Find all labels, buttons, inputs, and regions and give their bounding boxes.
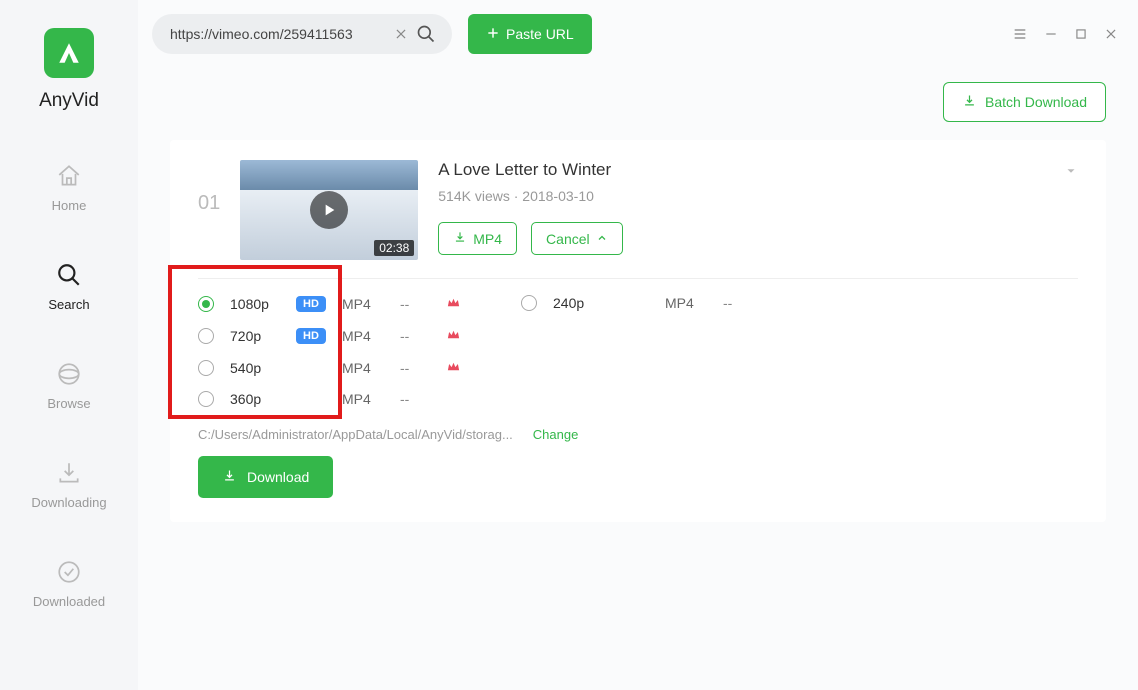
sidebar-item-label: Downloading [31, 495, 106, 510]
menu-icon[interactable] [1012, 26, 1028, 42]
sidebar: AnyVid Home Search Browse Downloading [0, 0, 138, 690]
batch-download-label: Batch Download [985, 94, 1087, 110]
size-label: -- [400, 296, 430, 312]
radio-button[interactable] [198, 391, 214, 407]
play-icon [310, 191, 348, 229]
sidebar-item-downloaded[interactable]: Downloaded [33, 558, 105, 609]
radio-button[interactable] [521, 295, 537, 311]
paste-url-label: Paste URL [506, 26, 574, 42]
browse-icon [55, 360, 83, 388]
sidebar-item-home[interactable]: Home [52, 162, 87, 213]
size-label: -- [723, 295, 753, 311]
search-icon[interactable] [412, 24, 440, 44]
quality-label: 360p [230, 391, 280, 407]
format-label: MP4 [342, 360, 384, 376]
video-thumbnail[interactable]: 02:38 [240, 160, 418, 260]
quality-row[interactable]: 540pHDMP4-- [198, 359, 461, 377]
topbar: Paste URL [138, 0, 1138, 68]
video-duration: 02:38 [374, 240, 414, 256]
video-title: A Love Letter to Winter [438, 160, 1078, 180]
sidebar-item-label: Browse [47, 396, 90, 411]
clear-icon[interactable] [390, 27, 412, 41]
search-input[interactable] [170, 26, 390, 42]
search-field[interactable] [152, 14, 452, 54]
quality-options: 1080p HD MP4 -- 720p HD MP4 -- 540p HD MP4 -- 360p HD… [198, 295, 1078, 407]
download-label: Download [247, 469, 309, 485]
size-label: -- [400, 391, 430, 407]
quality-label: 240p [553, 295, 603, 311]
download-icon [222, 468, 237, 486]
downloading-icon [55, 459, 83, 487]
minimize-icon[interactable] [1044, 27, 1058, 41]
plus-icon [486, 26, 500, 43]
app-logo [44, 28, 94, 78]
crown-icon [446, 359, 461, 377]
maximize-icon[interactable] [1074, 27, 1088, 41]
format-label: MP4 [342, 391, 384, 407]
quality-row[interactable]: 360pHDMP4-- [198, 391, 461, 407]
size-label: -- [400, 328, 430, 344]
mp4-button[interactable]: MP4 [438, 222, 517, 255]
quality-label: 540p [230, 360, 280, 376]
video-subtitle: 514K views · 2018-03-10 [438, 188, 1078, 204]
mp4-label: MP4 [473, 231, 502, 247]
sidebar-item-browse[interactable]: Browse [47, 360, 90, 411]
sidebar-item-label: Home [52, 198, 87, 213]
home-icon [55, 162, 83, 190]
format-label: MP4 [665, 295, 707, 311]
download-button[interactable]: Download [198, 456, 333, 498]
result-index: 01 [198, 192, 220, 215]
change-path-link[interactable]: Change [533, 427, 579, 442]
downloaded-icon [55, 558, 83, 586]
cancel-button[interactable]: Cancel [531, 222, 623, 255]
sidebar-item-label: Downloaded [33, 594, 105, 609]
quality-label: 720p [230, 328, 280, 344]
app-name: AnyVid [39, 90, 99, 112]
quality-row[interactable]: 720p HD MP4 -- [198, 327, 461, 345]
sidebar-item-search[interactable]: Search [48, 261, 89, 312]
main-panel: Paste URL Batch Download 01 [138, 0, 1138, 690]
search-icon [55, 261, 83, 289]
sidebar-item-downloading[interactable]: Downloading [31, 459, 106, 510]
size-label: -- [400, 360, 430, 376]
hd-badge: HD [296, 328, 326, 344]
sidebar-item-label: Search [48, 297, 89, 312]
download-path: C:/Users/Administrator/AppData/Local/Any… [198, 427, 513, 442]
radio-button[interactable] [198, 296, 214, 312]
quality-label: 1080p [230, 296, 280, 312]
radio-button[interactable] [198, 360, 214, 376]
batch-download-button[interactable]: Batch Download [943, 82, 1106, 122]
crown-icon [446, 327, 461, 345]
content-area: Batch Download 01 02:38 A Love Letter to… [138, 68, 1138, 522]
divider [198, 278, 1078, 279]
result-card: 01 02:38 A Love Letter to Winter 514K vi… [170, 140, 1106, 522]
cancel-label: Cancel [546, 231, 590, 247]
download-icon [962, 93, 977, 111]
chevron-up-icon [596, 231, 608, 247]
crown-icon [446, 295, 461, 313]
paste-url-button[interactable]: Paste URL [468, 14, 592, 54]
quality-row[interactable]: 240pHDMP4-- [521, 295, 753, 311]
window-controls [1012, 26, 1118, 42]
hd-badge: HD [296, 296, 326, 312]
download-icon [453, 230, 467, 247]
quality-row[interactable]: 1080p HD MP4 -- [198, 295, 461, 313]
format-label: MP4 [342, 328, 384, 344]
format-label: MP4 [342, 296, 384, 312]
radio-button[interactable] [198, 328, 214, 344]
collapse-icon[interactable] [1064, 164, 1078, 183]
close-icon[interactable] [1104, 27, 1118, 41]
